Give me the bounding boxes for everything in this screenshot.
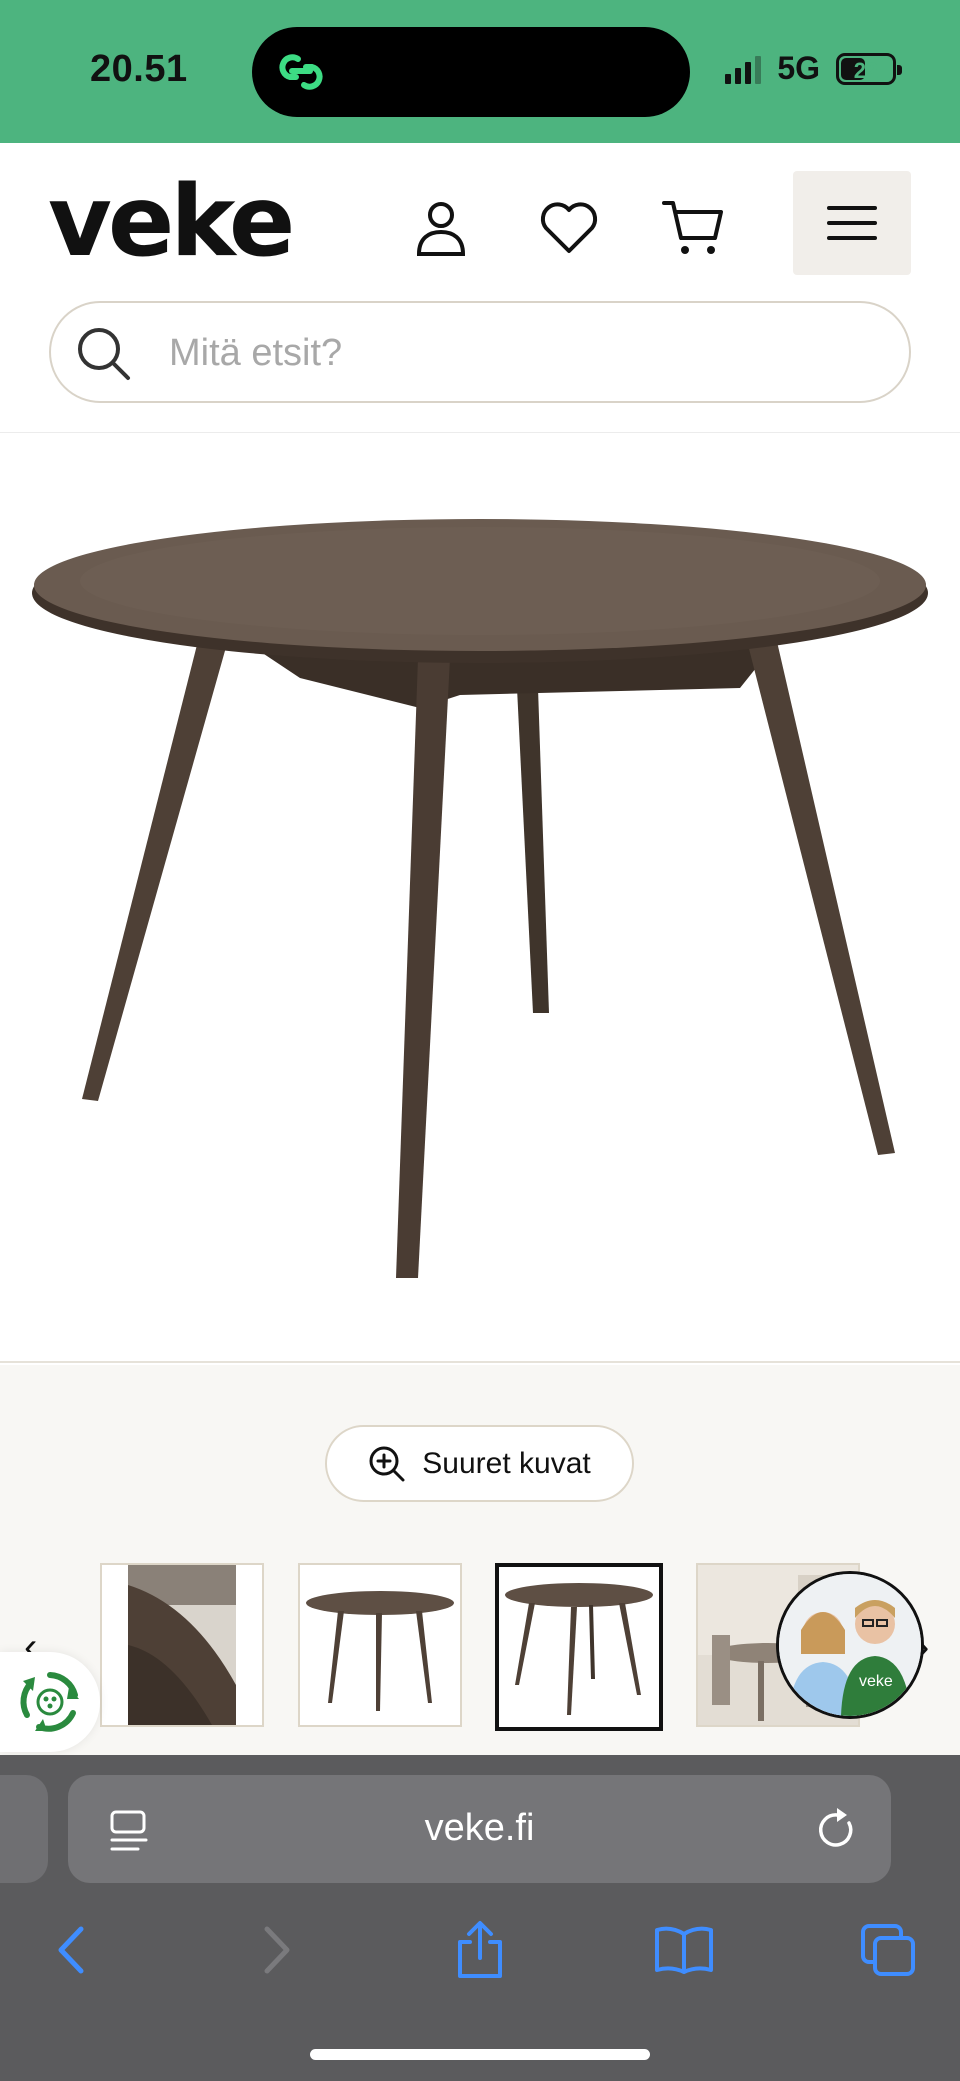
- status-time: 20.51: [90, 48, 188, 90]
- zoom-images-button[interactable]: Suuret kuvat: [325, 1425, 634, 1502]
- search-input[interactable]: [169, 321, 869, 385]
- page: 20.51 5G 22 veke Mitä etsit? Suuret kuva…: [0, 0, 960, 2081]
- home-indicator: [310, 2049, 650, 2060]
- cart-icon: [662, 201, 723, 254]
- chat-support-avatar[interactable]: veke: [776, 1571, 924, 1719]
- previous-tab[interactable]: [0, 1775, 48, 1883]
- bookmarks-button[interactable]: [644, 1915, 724, 1985]
- wishlist-button[interactable]: [534, 193, 604, 263]
- table-front-thumb: [306, 1591, 454, 1711]
- dynamic-island: [252, 27, 690, 117]
- battery-icon: 22: [836, 52, 902, 85]
- veke-logo[interactable]: veke: [48, 165, 295, 279]
- site-header: veke: [0, 143, 960, 433]
- book-icon: [655, 1926, 713, 1974]
- user-icon: [416, 202, 466, 256]
- back-chevron-icon: [58, 1926, 84, 1974]
- menu-button[interactable]: [793, 171, 911, 275]
- support-people-icon: veke: [779, 1574, 921, 1716]
- search-icon: [78, 328, 130, 380]
- product-image[interactable]: [0, 433, 960, 1363]
- zoom-in-icon: [369, 1446, 405, 1481]
- table-closeup-thumb: [128, 1565, 236, 1725]
- thumbnail-1[interactable]: [100, 1563, 264, 1727]
- heart-icon: [540, 202, 598, 253]
- zoom-button-label: Suuret kuvat: [422, 1446, 591, 1480]
- thumbnail-3-active[interactable]: [495, 1563, 663, 1731]
- forward-chevron-icon: [264, 1926, 290, 1974]
- menu-icon: [827, 206, 877, 240]
- battery-level: 22: [853, 57, 879, 83]
- browser-chrome: veke.fi: [0, 1755, 960, 2081]
- network-type: 5G: [777, 50, 820, 86]
- cart-button[interactable]: [658, 193, 728, 263]
- share-icon: [458, 1921, 502, 1978]
- reload-icon[interactable]: [815, 1805, 859, 1853]
- status-indicators: 5G 22: [725, 50, 902, 87]
- shirt-logo-text: veke: [859, 1673, 893, 1690]
- signal-icon: [725, 54, 762, 84]
- share-button[interactable]: [440, 1915, 520, 1985]
- account-button[interactable]: [406, 193, 476, 263]
- url-bar[interactable]: veke.fi: [68, 1775, 891, 1883]
- recycle-icon: [20, 1672, 79, 1732]
- eco-badge[interactable]: [0, 1652, 100, 1752]
- tabs-icon: [861, 1924, 915, 1976]
- forward-button[interactable]: [238, 1915, 318, 1985]
- table-angled-thumb: [505, 1583, 653, 1715]
- back-button[interactable]: [30, 1915, 110, 1985]
- tabs-button[interactable]: [848, 1915, 928, 1985]
- url-text: veke.fi: [424, 1807, 535, 1849]
- search-box[interactable]: [49, 301, 911, 403]
- round-dining-table-image: [32, 519, 928, 1278]
- gallery: Suuret kuvat ‹ veke: [0, 1365, 960, 1755]
- thumbnail-2[interactable]: [298, 1563, 462, 1727]
- link-app-icon: [279, 54, 323, 90]
- status-bar: 20.51 5G 22: [0, 0, 960, 143]
